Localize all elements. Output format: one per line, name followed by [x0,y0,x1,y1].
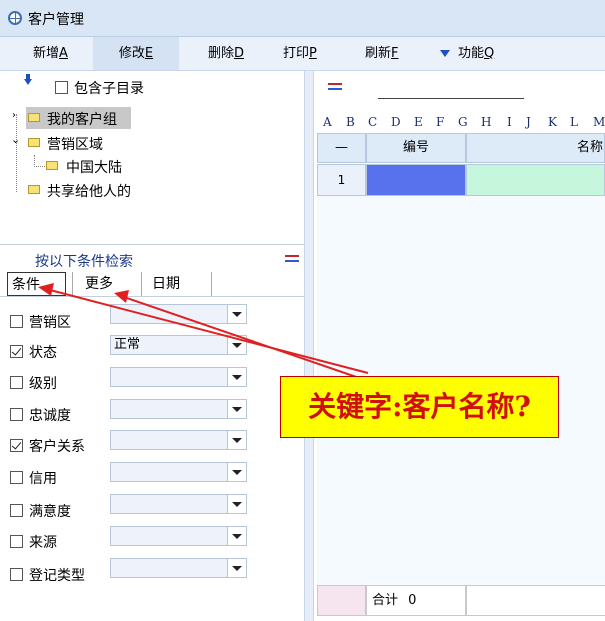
arrow-line [123,296,369,382]
arrow-head-icon [38,283,54,296]
annotation-arrows [38,283,369,382]
arrow-line [49,289,369,374]
annotation-callout: 关键字:客户名称? [280,376,559,438]
arrow-head-icon [114,290,129,303]
